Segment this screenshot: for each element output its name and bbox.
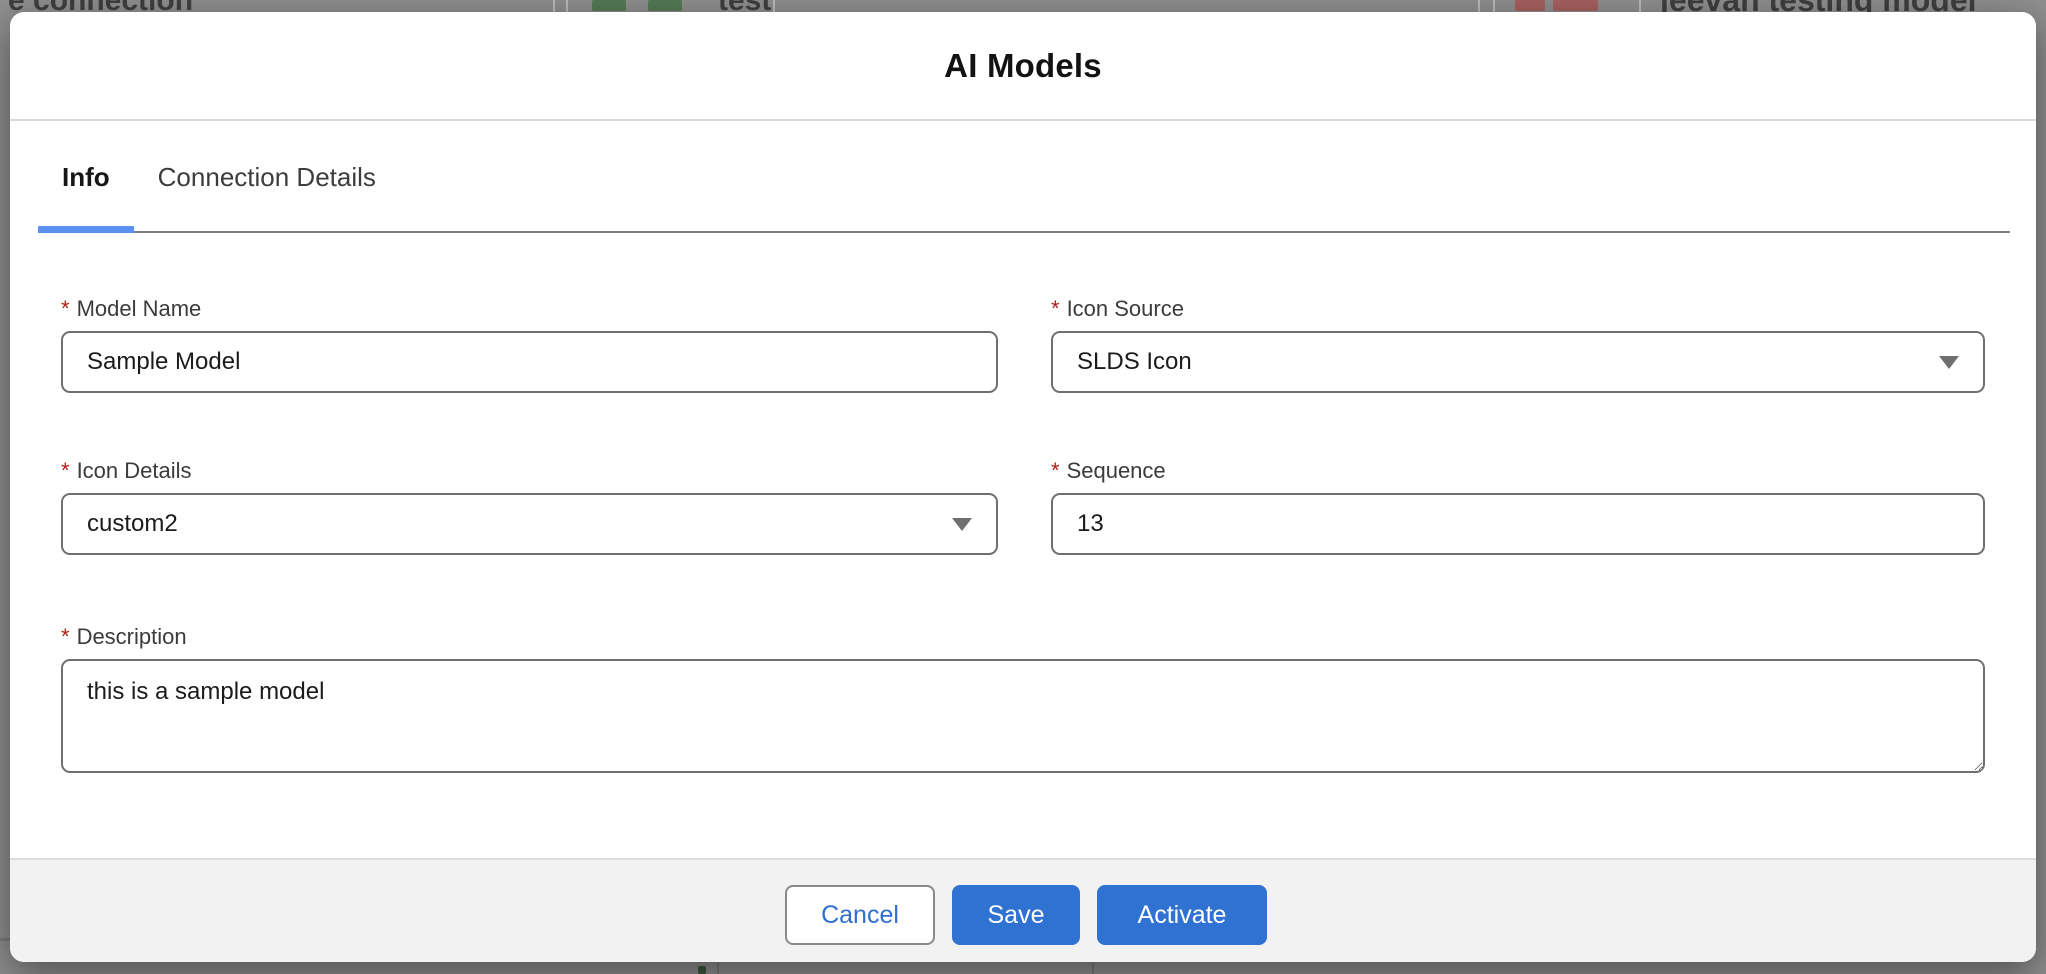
icon-details-select[interactable]: custom2 [61, 493, 998, 555]
background-green-dot [698, 966, 706, 974]
sequence-input[interactable] [1051, 493, 1985, 555]
required-asterisk: * [61, 296, 70, 321]
ai-models-dialog: AI Models Info Connection Details * Mode… [10, 12, 2036, 962]
field-model-name: * Model Name [61, 296, 998, 393]
dialog-footer: Cancel Save Activate [10, 858, 2036, 962]
background-divider [1493, 0, 1495, 12]
model-name-label-text: Model Name [76, 296, 202, 321]
tab-info[interactable]: Info [38, 123, 134, 233]
background-divider [1478, 0, 1480, 12]
field-description: * Description this is a sample model [61, 624, 1985, 773]
background-red-status-icon [1553, 0, 1598, 11]
field-icon-source: * Icon Source SLDS Icon [1051, 296, 1985, 393]
sequence-label: * Sequence [1051, 458, 1985, 484]
background-divider [773, 0, 775, 12]
model-name-label: * Model Name [61, 296, 998, 322]
tab-connection-details[interactable]: Connection Details [134, 123, 400, 231]
dialog-header: AI Models [10, 12, 2036, 121]
cancel-button[interactable]: Cancel [785, 885, 935, 945]
icon-details-label: * Icon Details [61, 458, 998, 484]
icon-source-select[interactable]: SLDS Icon [1051, 331, 1985, 393]
required-asterisk: * [61, 624, 70, 649]
field-sequence: * Sequence [1051, 458, 1985, 555]
field-icon-details: * Icon Details custom2 [61, 458, 998, 555]
background-divider [0, 938, 10, 941]
icon-source-label: * Icon Source [1051, 296, 1985, 322]
background-divider [1092, 962, 1094, 974]
icon-details-selected-value: custom2 [87, 510, 178, 537]
description-label: * Description [61, 624, 1985, 650]
background-divider [566, 0, 568, 12]
tab-bar: Info Connection Details [38, 123, 2010, 233]
chevron-down-icon [952, 517, 972, 531]
tab-info-label: Info [62, 161, 110, 192]
dialog-title: AI Models [944, 46, 1102, 84]
icon-source-label-text: Icon Source [1066, 296, 1184, 321]
save-button[interactable]: Save [952, 885, 1080, 945]
required-asterisk: * [1051, 296, 1060, 321]
background-green-status-icon [592, 0, 626, 11]
tab-connection-details-label: Connection Details [157, 161, 376, 192]
description-label-text: Description [76, 624, 187, 649]
model-name-input[interactable] [61, 331, 998, 393]
background-divider [1639, 0, 1641, 12]
icon-source-selected-value: SLDS Icon [1077, 348, 1192, 375]
required-asterisk: * [61, 458, 70, 483]
background-divider [553, 0, 555, 12]
background-divider [717, 962, 719, 974]
description-textarea[interactable]: this is a sample model [61, 659, 1985, 773]
chevron-down-icon [1939, 355, 1959, 369]
background-red-status-icon [1515, 0, 1545, 11]
background-green-status-icon [648, 0, 682, 11]
icon-details-label-text: Icon Details [76, 458, 192, 483]
required-asterisk: * [1051, 458, 1060, 483]
sequence-label-text: Sequence [1066, 458, 1166, 483]
activate-button[interactable]: Activate [1097, 885, 1267, 945]
